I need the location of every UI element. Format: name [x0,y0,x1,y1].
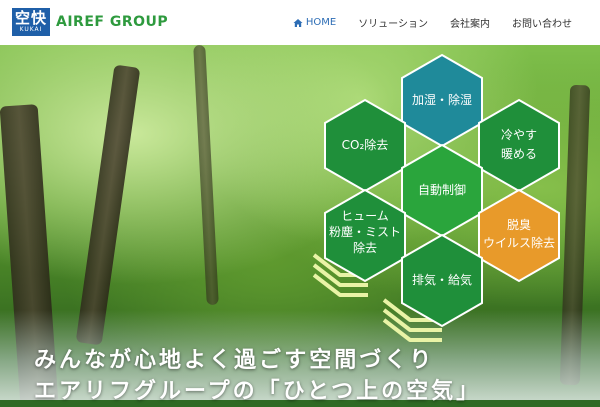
hex-cool-label: 冷やす [501,128,537,142]
hex-deodorize-line2: ウイルス除去 [483,235,555,250]
hex-fume[interactable]: ヒューム 粉塵・ミスト 除去 [324,188,406,283]
hex-warm-label: 暖める [501,147,537,161]
hex-deodorize[interactable]: 脱臭 ウイルス除去 [478,188,560,283]
hex-fume-line2: 粉塵・ミスト [329,224,401,239]
hex-deodorize-line1: 脱臭 [507,217,531,232]
nav-solutions-label: ソリューション [358,19,428,30]
logo-text: AIREF GROUP [56,14,169,30]
nav-home-label: HOME [305,17,337,28]
hex-exhaust[interactable]: 排気・給気 [401,233,483,328]
tagline-line2: エアリフグループの「ひとつ上の空気」 [34,379,482,404]
nav-company[interactable]: 会社案内 [450,15,490,30]
logo-mark: 空快 KUKAI [12,8,50,36]
nav-solutions[interactable]: ソリューション [358,15,428,30]
hex-humidify-label: 加湿・除湿 [412,92,472,107]
nav-contact-label: お問い合わせ [512,19,572,30]
nav-contact[interactable]: お問い合わせ [512,15,572,30]
hex-fume-line3: 除去 [353,240,377,255]
hex-co2[interactable]: CO₂除去 [324,98,406,193]
nav-home[interactable]: HOME [293,17,336,28]
logo-mark-text: 空快 [14,9,47,27]
nav-company-label: 会社案内 [450,19,490,30]
tagline-line1: みんなが心地よく過ごす空間づくり [34,348,435,373]
site-logo[interactable]: 空快 KUKAI AIREF GROUP [12,8,168,36]
site-header: 空快 KUKAI AIREF GROUP HOME ソリューション 会社案内 お… [0,0,600,45]
hex-auto-control-label: 自動制御 [418,182,466,197]
hex-cool-warm[interactable]: 冷やす 暖める [478,98,560,193]
hex-fume-line1: ヒューム [341,209,389,223]
hero-tagline: みんなが心地よく過ごす空間づくり エアリフグループの「ひとつ上の空気」 [34,345,481,407]
home-icon [293,18,303,27]
main-nav: HOME ソリューション 会社案内 お問い合わせ [293,0,572,45]
hex-exhaust-label: 排気・給気 [412,272,472,287]
solution-hexagons: 加湿・除湿 CO₂除去 冷やす 暖める 自動制御 ヒューム 粉塵・ミスト 除去 … [312,53,560,342]
hex-auto-control[interactable]: 自動制御 [401,143,483,238]
logo-mark-sub: KUKAI [19,26,43,33]
hex-co2-label: CO₂除去 [342,137,389,152]
hex-humidify[interactable]: 加湿・除湿 [401,53,483,148]
